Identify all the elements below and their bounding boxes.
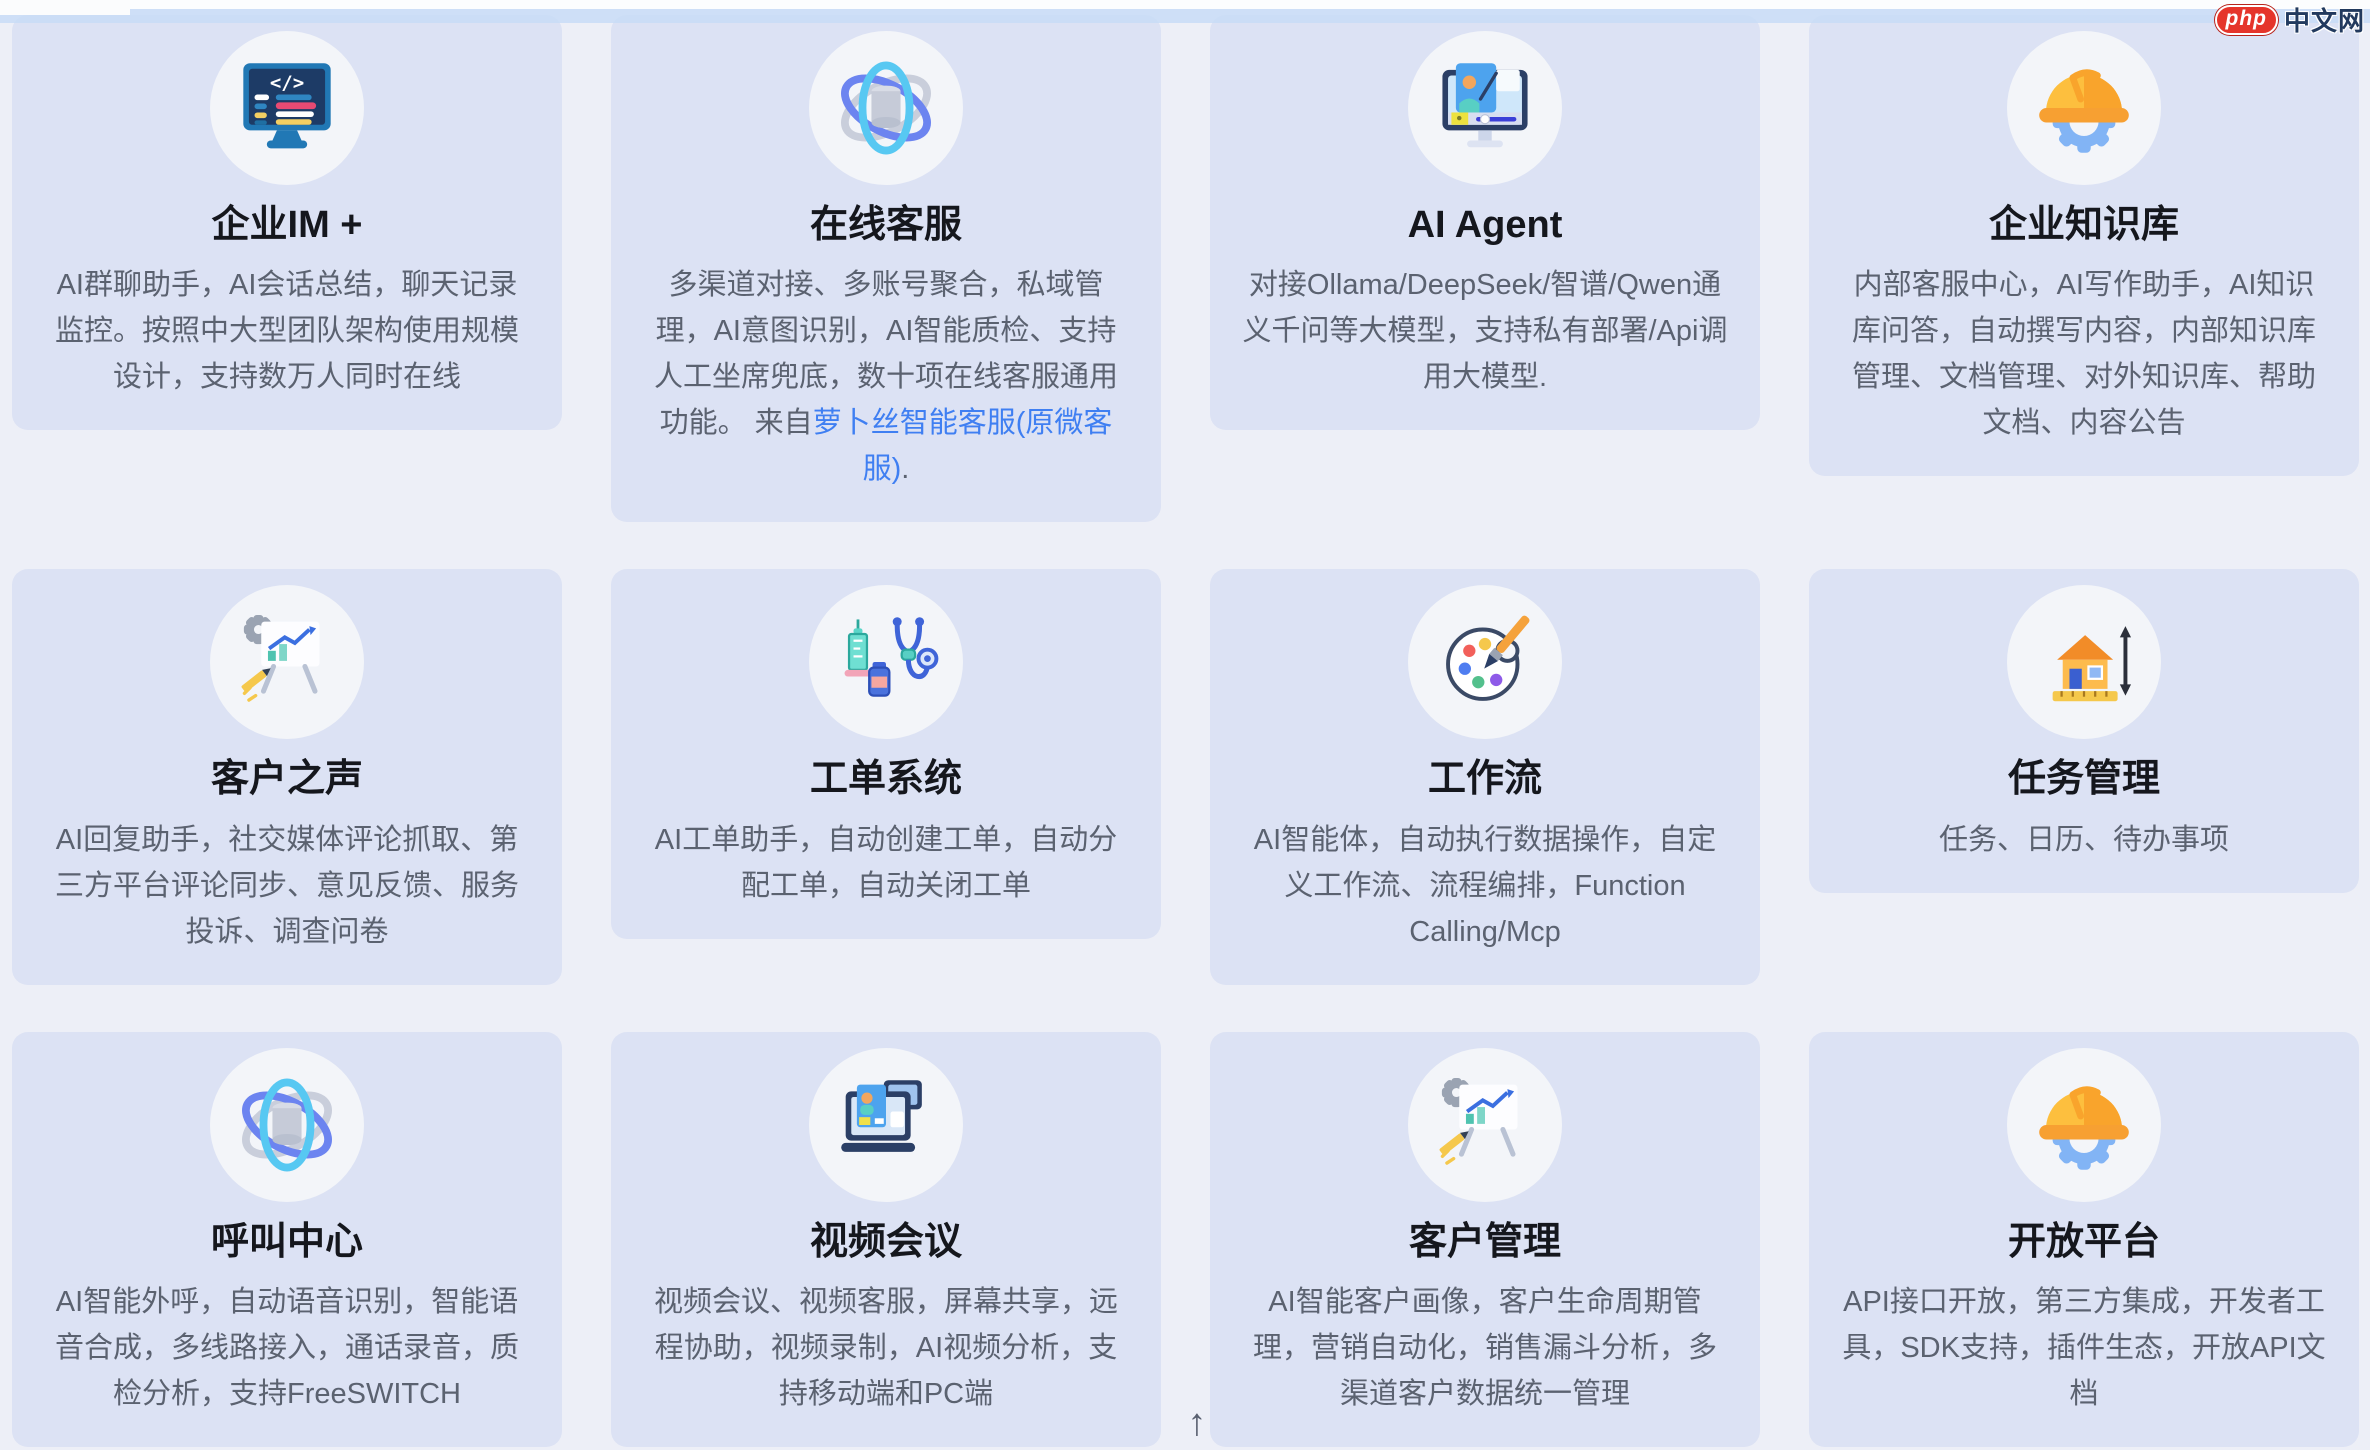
- chart-presentation-icon: [1408, 1048, 1562, 1202]
- card-title: 客户之声: [42, 755, 532, 804]
- card-description: AI回复助手，社交媒体评论抓取、第三方平台评论同步、意见反馈、服务投诉、调查问卷: [42, 817, 532, 955]
- description-text: .: [901, 453, 909, 485]
- house-measure-icon: [2007, 585, 2161, 739]
- atom-database-icon: [809, 31, 963, 185]
- medical-kit-icon: [809, 585, 963, 739]
- feature-card-workflow[interactable]: 工作流 AI智能体，自动执行数据操作，自定义工作流、流程编排，Function …: [1210, 569, 1760, 984]
- card-title: 呼叫中心: [42, 1218, 532, 1267]
- description-text: AI回复助手，社交媒体评论抓取、第三方平台评论同步、意见反馈、服务投诉、调查问卷: [55, 824, 519, 948]
- card-title: 在线客服: [641, 201, 1131, 250]
- card-title: 视频会议: [641, 1218, 1131, 1267]
- card-description: API接口开放，第三方集成，开发者工具，SDK支持，插件生态，开放API文档: [1839, 1279, 2329, 1417]
- card-title: 企业IM +: [42, 201, 532, 250]
- feature-card-enterprise-knowledge-base[interactable]: 企业知识库 内部客服中心，AI写作助手，AI知识库问答，自动撰写内容，内部知识库…: [1809, 15, 2359, 476]
- card-title: 企业知识库: [1839, 201, 2329, 250]
- description-text: 任务、日历、待办事项: [1939, 824, 2229, 856]
- card-description: 内部客服中心，AI写作助手，AI知识库问答，自动撰写内容，内部知识库管理、文档管…: [1839, 262, 2329, 446]
- feature-card-open-platform[interactable]: 开放平台 API接口开放，第三方集成，开发者工具，SDK支持，插件生态，开放AP…: [1809, 1032, 2359, 1447]
- atom-database-icon: [210, 1048, 364, 1202]
- description-text: 对接Ollama/DeepSeek/智谱/Qwen通义千问等大模型，支持私有部署…: [1243, 269, 1728, 393]
- feature-card-enterprise-im[interactable]: 企业IM + AI群聊助手，AI会话总结，聊天记录监控。按照中大型团队架构使用规…: [12, 15, 562, 430]
- card-title: 开放平台: [1839, 1218, 2329, 1267]
- description-text: 内部客服中心，AI写作助手，AI知识库问答，自动撰写内容，内部知识库管理、文档管…: [1852, 269, 2316, 439]
- vendor-link[interactable]: 萝卜丝智能客服(原微客服): [813, 407, 1113, 485]
- description-text: API接口开放，第三方集成，开发者工具，SDK支持，插件生态，开放API文档: [1842, 1286, 2325, 1410]
- chart-presentation-icon: [210, 585, 364, 739]
- description-text: AI工单助手，自动创建工单，自动分配工单，自动关闭工单: [655, 824, 1117, 902]
- description-text: AI智能体，自动执行数据操作，自定义工作流、流程编排，Function Call…: [1254, 824, 1716, 948]
- php-logo-icon: php: [2215, 5, 2278, 35]
- feature-card-video-meeting[interactable]: 视频会议 视频会议、视频客服，屏幕共享，远程协助，视频录制，AI视频分析，支持移…: [611, 1032, 1161, 1447]
- top-white-strip: [0, 0, 2370, 9]
- top-left-corner: [0, 0, 130, 15]
- feature-card-voice-of-customer[interactable]: 客户之声 AI回复助手，社交媒体评论抓取、第三方平台评论同步、意见反馈、服务投诉…: [12, 569, 562, 984]
- video-meeting-icon: [809, 1048, 963, 1202]
- feature-grid: 企业IM + AI群聊助手，AI会话总结，聊天记录监控。按照中大型团队架构使用规…: [12, 15, 2359, 1447]
- card-description: AI智能外呼，自动语音识别，智能语音合成，多线路接入，通话录音，质检分析，支持F…: [42, 1279, 532, 1417]
- card-description: 对接Ollama/DeepSeek/智谱/Qwen通义千问等大模型，支持私有部署…: [1240, 262, 1730, 400]
- card-description: 任务、日历、待办事项: [1839, 817, 2329, 863]
- paint-palette-icon: [1408, 585, 1562, 739]
- presenter-screen-icon: [1408, 31, 1562, 185]
- watermark-site-text: 中文网: [2284, 1, 2365, 38]
- description-text: AI群聊助手，AI会话总结，聊天记录监控。按照中大型团队架构使用规模设计，支持数…: [55, 269, 519, 393]
- php-cn-watermark: php 中文网: [2215, 1, 2366, 38]
- hardhat-gear-icon: [2007, 1048, 2161, 1202]
- hardhat-gear-icon: [2007, 31, 2161, 185]
- card-title: AI Agent: [1240, 201, 1730, 250]
- scroll-to-top-arrow[interactable]: ↑: [1172, 1402, 1222, 1445]
- description-text: 视频会议、视频客服，屏幕共享，远程协助，视频录制，AI视频分析，支持移动端和PC…: [654, 1286, 1118, 1410]
- feature-card-ai-agent[interactable]: AI Agent 对接Ollama/DeepSeek/智谱/Qwen通义千问等大…: [1210, 15, 1760, 430]
- feature-card-online-customer-service[interactable]: 在线客服 多渠道对接、多账号聚合，私域管理，AI意图识别，AI智能质检、支持人工…: [611, 15, 1161, 522]
- card-description: 视频会议、视频客服，屏幕共享，远程协助，视频录制，AI视频分析，支持移动端和PC…: [641, 1279, 1131, 1417]
- code-monitor-icon: [210, 31, 364, 185]
- card-description: AI群聊助手，AI会话总结，聊天记录监控。按照中大型团队架构使用规模设计，支持数…: [42, 262, 532, 400]
- description-text: AI智能客户画像，客户生命周期管理，营销自动化，销售漏斗分析，多渠道客户数据统一…: [1253, 1286, 1717, 1410]
- feature-card-customer-management[interactable]: 客户管理 AI智能客户画像，客户生命周期管理，营销自动化，销售漏斗分析，多渠道客…: [1210, 1032, 1760, 1447]
- feature-card-ticket-system[interactable]: 工单系统 AI工单助手，自动创建工单，自动分配工单，自动关闭工单: [611, 569, 1161, 938]
- feature-card-call-center[interactable]: 呼叫中心 AI智能外呼，自动语音识别，智能语音合成，多线路接入，通话录音，质检分…: [12, 1032, 562, 1447]
- feature-card-task-management[interactable]: 任务管理 任务、日历、待办事项: [1809, 569, 2359, 892]
- card-description: 多渠道对接、多账号聚合，私域管理，AI意图识别，AI智能质检、支持人工坐席兜底，…: [641, 262, 1131, 492]
- card-title: 工作流: [1240, 755, 1730, 804]
- description-text: AI智能外呼，自动语音识别，智能语音合成，多线路接入，通话录音，质检分析，支持F…: [55, 1286, 519, 1410]
- card-description: AI智能客户画像，客户生命周期管理，营销自动化，销售漏斗分析，多渠道客户数据统一…: [1240, 1279, 1730, 1417]
- card-description: AI工单助手，自动创建工单，自动分配工单，自动关闭工单: [641, 817, 1131, 909]
- card-title: 工单系统: [641, 755, 1131, 804]
- card-title: 任务管理: [1839, 755, 2329, 804]
- card-description: AI智能体，自动执行数据操作，自定义工作流、流程编排，Function Call…: [1240, 817, 1730, 955]
- card-title: 客户管理: [1240, 1218, 1730, 1267]
- top-blue-band: [0, 9, 2370, 23]
